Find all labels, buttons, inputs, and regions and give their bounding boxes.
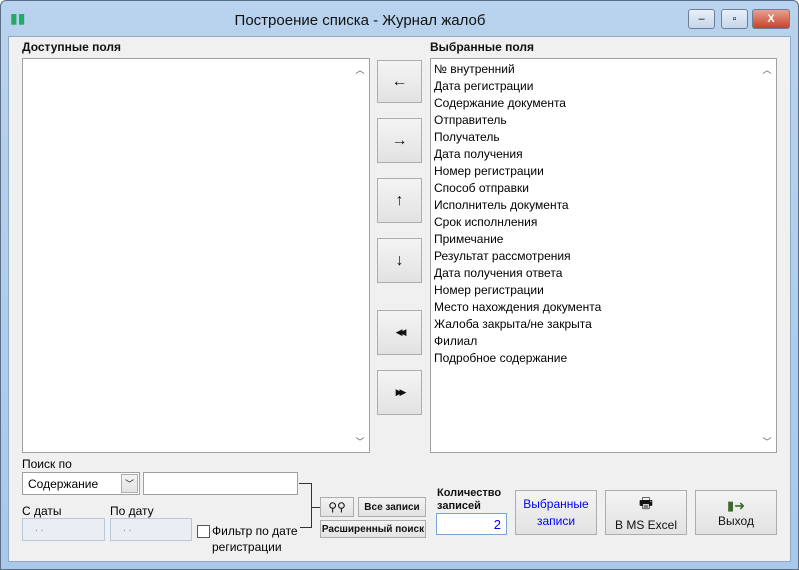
record-count-label: Количество записей (437, 487, 502, 512)
printer-icon: 🖶 (638, 495, 654, 512)
available-fields-label: Доступные поля (22, 40, 122, 54)
move-all-right-button[interactable]: ▶▶ (377, 370, 422, 415)
scroll-up-icon[interactable]: ︿ (760, 63, 774, 76)
list-item[interactable]: Подробное содержание (431, 350, 776, 367)
available-fields-list[interactable]: ︿ ﹀ (22, 58, 370, 453)
advanced-search-button[interactable]: Расширенный поиск (320, 520, 426, 538)
export-excel-label: В MS Excel (614, 518, 677, 532)
list-item[interactable]: Дата регистрации (431, 78, 776, 95)
list-item[interactable]: Дата получения ответа (431, 265, 776, 282)
chevron-down-icon[interactable]: ﹀ (121, 474, 138, 493)
move-right-button[interactable]: → (377, 118, 422, 163)
search-input[interactable] (143, 472, 298, 495)
bracket-line (311, 483, 312, 528)
search-by-label: Поиск по (22, 457, 72, 471)
all-records-button[interactable]: Все записи (358, 497, 426, 517)
search-field-value: Содержание (28, 477, 99, 491)
list-item[interactable]: Дата получения (431, 146, 776, 163)
bracket-line (311, 507, 320, 508)
to-date-input[interactable]: . . (110, 518, 192, 541)
list-item[interactable]: Содержание документа (431, 95, 776, 112)
window-title: Построение списка - Журнал жалоб (234, 12, 486, 29)
date-filter-label: Фильтр по дате регистрации (212, 524, 298, 554)
scroll-down-icon[interactable]: ﹀ (353, 435, 367, 448)
selected-fields-list[interactable]: № внутренний Дата регистрации Содержание д… (430, 58, 777, 453)
list-item[interactable]: Примечание (431, 231, 776, 248)
list-item[interactable]: Получатель (431, 129, 776, 146)
move-up-button[interactable]: ↑ (377, 178, 422, 223)
list-item[interactable]: Результат рассмотрения (431, 248, 776, 265)
minimize-button[interactable]: – (688, 9, 715, 29)
selected-fields-label: Выбранные поля (430, 40, 534, 54)
move-left-button[interactable]: ← (377, 60, 422, 103)
bracket-line (300, 527, 312, 528)
scroll-up-icon[interactable]: ︿ (353, 63, 367, 76)
list-item[interactable]: Срок исполнления (431, 214, 776, 231)
date-filter-checkbox[interactable] (197, 525, 210, 538)
binoculars-search-button[interactable]: ⚲⚲ (320, 497, 354, 517)
list-item[interactable]: Исполнитель документа (431, 197, 776, 214)
scroll-down-icon[interactable]: ﹀ (760, 435, 774, 448)
exit-button[interactable]: ▮➜ Выход (695, 490, 777, 535)
list-item[interactable]: Место нахождения документа (431, 299, 776, 316)
list-item[interactable]: Филиал (431, 333, 776, 350)
move-down-button[interactable]: ↓ (377, 238, 422, 283)
to-date-label: По дату (110, 504, 154, 518)
export-excel-button[interactable]: 🖶 В MS Excel (605, 490, 687, 535)
list-item[interactable]: Отправитель (431, 112, 776, 129)
search-field-select[interactable]: Содержание ﹀ (22, 472, 140, 495)
close-button[interactable]: X (752, 9, 790, 29)
from-date-input[interactable]: . . (22, 518, 105, 541)
list-item[interactable]: Номер регистрации (431, 163, 776, 180)
list-item[interactable]: Способ отправки (431, 180, 776, 197)
record-count-field: 2 (436, 513, 507, 535)
move-all-left-button[interactable]: ◀◀ (377, 310, 422, 355)
list-item[interactable]: № внутренний (431, 61, 776, 78)
binoculars-icon: ⚲⚲ (328, 500, 346, 514)
exit-door-icon: ▮➜ (726, 497, 746, 513)
list-item[interactable]: Жалоба закрыта/не закрыта (431, 316, 776, 333)
selected-records-button[interactable]: Выбранные записи (515, 490, 597, 535)
exit-label: Выход (718, 513, 754, 528)
list-item[interactable]: Номер регистрации (431, 282, 776, 299)
maximize-button[interactable]: ▫ (721, 9, 748, 29)
from-date-label: С даты (22, 504, 62, 518)
